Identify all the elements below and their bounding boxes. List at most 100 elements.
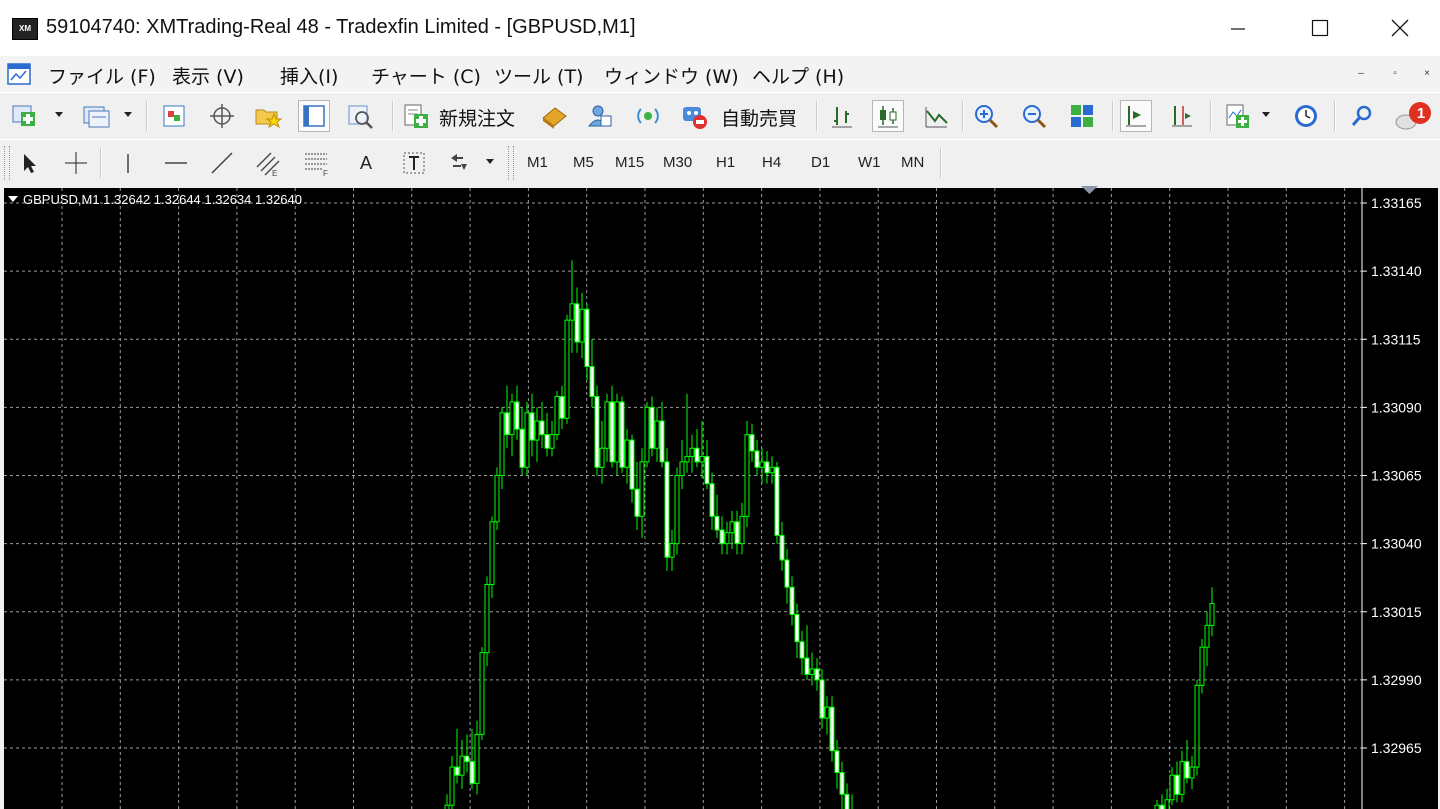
candle-body-up [579,308,585,343]
candle-body-down [814,668,820,681]
candle-body-down [704,455,710,485]
horizontal-line-tool-button[interactable] [160,147,192,179]
tile-windows-button[interactable] [1066,100,1098,132]
market-button[interactable] [632,100,664,132]
chart-window-icon[interactable] [6,60,34,88]
chart-menu-triangle-icon[interactable] [8,196,18,202]
candle-body-down [544,434,550,449]
price-chart[interactable]: 1.33165 1.33140 1.33115 1.33090 1.33065 1.330… [4,186,1440,809]
new-chart-dropdown-icon[interactable] [55,112,63,117]
data-window-button[interactable] [206,100,238,132]
timeframe-m1[interactable]: M1 [527,154,548,171]
window-title: 59104740: XMTrading-Real 48 - Tradexfin … [46,16,636,38]
timeframe-m15[interactable]: M15 [615,154,644,171]
timeframe-m30[interactable]: M30 [663,154,692,171]
candle-body-up [484,584,490,654]
notification-bell-icon [1395,102,1431,130]
market-watch-button[interactable] [158,100,190,132]
menu-chart[interactable]: チャート (C) [371,62,481,89]
profiles-button[interactable] [80,100,112,132]
new-order-button[interactable] [400,100,432,132]
text-tool-button[interactable]: A [350,147,382,179]
zoom-in-button[interactable] [970,100,1002,132]
indicators-dropdown-icon[interactable] [1262,112,1270,117]
bar-chart-icon [832,107,852,128]
arrows-dropdown-icon[interactable] [486,159,494,164]
timeframe-d1[interactable]: D1 [811,154,830,171]
candle-body-up [489,521,495,586]
notifications-button[interactable]: 1 [1394,100,1434,132]
app-logo-icon: XM [12,18,38,40]
timeframe-h1[interactable]: H1 [716,154,735,171]
vertical-line-tool-button[interactable] [112,147,144,179]
mdi-restore-button[interactable]: ▫ [1384,63,1406,85]
menu-window[interactable]: ウィンドウ (W) [604,62,739,89]
candle-body-up [684,455,690,463]
maximize-button[interactable] [1280,0,1360,56]
candle-body-up [739,515,745,545]
candle-body-down [779,534,785,561]
new-order-label[interactable]: 新規注文 [439,104,515,131]
trendline-tool-button[interactable] [206,147,238,179]
search-button[interactable] [1346,100,1378,132]
terminal-button[interactable] [298,100,330,132]
cursor-tool-button[interactable] [14,147,46,179]
cursor-arrow-icon [24,154,36,173]
title-bar: XM 59104740: XMTrading-Real 48 - Tradexf… [0,0,1440,57]
candle-body-down [839,772,845,795]
candle-body-up [644,406,650,463]
new-chart-button[interactable] [8,100,40,132]
arrows-tool-button[interactable] [444,147,476,179]
zoom-out-button[interactable] [1018,100,1050,132]
timeframe-mn[interactable]: MN [901,154,924,171]
auto-trading-button[interactable] [678,100,710,132]
candle-body-up [1209,603,1215,626]
strategy-tester-button[interactable] [344,100,376,132]
timeframe-h4[interactable]: H4 [762,154,781,171]
candle-body-up [479,652,485,735]
candle-body-up [689,447,695,457]
candlestick-chart-button[interactable] [872,100,904,132]
candlestick-icon [878,106,898,128]
minimize-button[interactable] [1198,0,1278,56]
candle-body-up [509,401,515,436]
navigator-button[interactable] [252,100,284,132]
signals-button[interactable] [584,100,616,132]
menu-tools[interactable]: ツール (T) [494,62,583,89]
candle-body-down [804,657,810,675]
menu-view[interactable]: 表示 (V) [172,62,244,89]
timeframe-m5[interactable]: M5 [573,154,594,171]
candle-body-down [799,641,805,659]
chart-shift-button[interactable] [1166,100,1198,132]
candle-body-up [729,521,735,534]
equidistant-channel-tool-button[interactable]: E [252,147,284,179]
metaeditor-button[interactable] [538,100,570,132]
candle-body-up [809,668,815,675]
arrows-icon [451,154,467,170]
candle-body-up [1169,774,1175,801]
menu-help[interactable]: ヘルプ (H) [752,62,844,89]
trendline-icon [211,152,233,174]
close-button[interactable] [1360,0,1440,56]
profiles-dropdown-icon[interactable] [124,112,132,117]
indicators-button[interactable] [1222,100,1254,132]
candle-body-up [444,804,450,809]
mdi-close-button[interactable]: × [1416,63,1438,85]
mdi-minimize-button[interactable]: – [1350,63,1372,85]
periods-button[interactable] [1290,100,1322,132]
candle-body-up [449,766,455,806]
timeframe-w1[interactable]: W1 [858,154,881,171]
line-chart-button[interactable] [920,100,952,132]
menu-insert[interactable]: 挿入(I) [280,62,338,89]
crosshair-tool-button[interactable] [60,147,92,179]
candle-body-up [1189,766,1195,779]
fibonacci-tool-button[interactable]: F [300,147,332,179]
bar-chart-button[interactable] [826,100,858,132]
text-label-tool-button[interactable] [398,147,430,179]
auto-trading-label[interactable]: 自動売買 [721,104,797,131]
candle-body-up [1164,799,1170,809]
menu-file[interactable]: ファイル (F) [48,62,156,89]
auto-scroll-button[interactable] [1120,100,1152,132]
users-icon [587,105,612,127]
chart-symbol-line: GBPUSD,M1 1.32642 1.32644 1.32634 1.3264… [23,192,302,207]
